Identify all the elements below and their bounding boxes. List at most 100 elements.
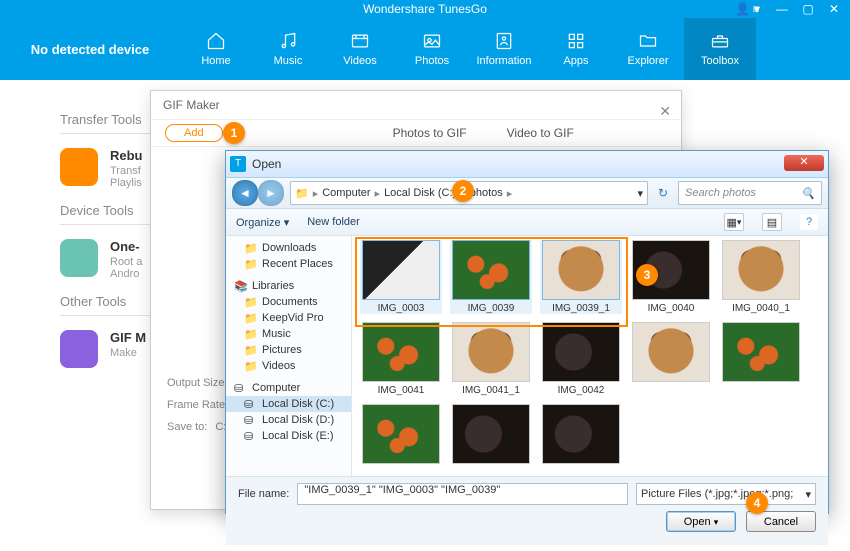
tab-video-to-gif[interactable]: Video to GIF bbox=[507, 126, 574, 140]
frame-rate-label: Frame Rate: bbox=[167, 399, 228, 411]
lib-icon: 📚 bbox=[234, 280, 247, 292]
nav-toolbox[interactable]: Toolbox bbox=[684, 18, 756, 80]
thumbnail bbox=[722, 240, 800, 300]
folder-icon: 📁 bbox=[244, 360, 257, 372]
tree-item[interactable]: 📁Downloads bbox=[226, 240, 351, 256]
step-badge-2: 2 bbox=[452, 180, 474, 202]
thumbnail bbox=[362, 322, 440, 382]
addr-dropdown-icon[interactable]: ▾ bbox=[637, 187, 643, 200]
file-item[interactable] bbox=[540, 404, 622, 464]
file-item[interactable]: IMG_0003 bbox=[360, 240, 442, 314]
thumbnail bbox=[452, 240, 530, 300]
save-to-label: Save to: bbox=[167, 421, 207, 433]
close-icon[interactable]: ✕ bbox=[826, 0, 842, 18]
titlebar: Wondershare TunesGo 👤▾ ≡ — ▢ ✕ bbox=[0, 0, 850, 18]
view-options-icon[interactable]: ▦▾ bbox=[724, 213, 744, 231]
nav-information[interactable]: Information bbox=[468, 18, 540, 80]
info-icon bbox=[493, 31, 515, 51]
tile-icon bbox=[60, 239, 98, 277]
nav-videos[interactable]: Videos bbox=[324, 18, 396, 80]
open-button[interactable]: Open ▾ bbox=[666, 511, 736, 532]
file-grid[interactable]: IMG_0003IMG_0039IMG_0039_1IMG_0040IMG_00… bbox=[352, 236, 828, 476]
crumb-disk[interactable]: Local Disk (C:) bbox=[384, 187, 456, 199]
file-item[interactable]: IMG_0039 bbox=[450, 240, 532, 314]
gif-close-icon[interactable]: ✕ bbox=[659, 97, 671, 125]
preview-pane-icon[interactable]: ▤ bbox=[762, 213, 782, 231]
file-item[interactable] bbox=[360, 404, 442, 464]
file-item[interactable]: IMG_0041 bbox=[360, 322, 442, 396]
nav-photos[interactable]: Photos bbox=[396, 18, 468, 80]
nav-explorer[interactable]: Explorer bbox=[612, 18, 684, 80]
folder-icon: 📁 bbox=[244, 312, 257, 324]
device-status: No detected device bbox=[0, 18, 180, 80]
tree-item[interactable]: 📁Recent Places bbox=[226, 256, 351, 272]
folder-icon bbox=[637, 31, 659, 51]
file-type-filter[interactable]: Picture Files (*.jpg;*.jpeg;*.png;▾ bbox=[636, 483, 816, 505]
file-item[interactable]: IMG_0040_1 bbox=[720, 240, 802, 314]
organize-menu[interactable]: Organize ▾ bbox=[236, 216, 289, 229]
thumbnail bbox=[452, 322, 530, 382]
dialog-app-icon: T bbox=[230, 156, 246, 172]
tree-item[interactable]: 📚Libraries bbox=[226, 278, 351, 294]
nav-forward-button[interactable]: ► bbox=[258, 180, 284, 206]
thumbnail bbox=[542, 240, 620, 300]
file-name-input[interactable]: "IMG_0039_1" "IMG_0003" "IMG_0039" bbox=[297, 483, 628, 505]
file-name-label: File name: bbox=[238, 488, 289, 500]
nav-home[interactable]: Home bbox=[180, 18, 252, 80]
file-label: IMG_0042 bbox=[558, 385, 605, 396]
thumbnail bbox=[632, 322, 710, 382]
music-icon bbox=[277, 31, 299, 51]
folder-icon: 📁 bbox=[244, 344, 257, 356]
home-icon bbox=[205, 31, 227, 51]
file-item[interactable]: IMG_0039_1 bbox=[540, 240, 622, 314]
dialog-close-icon[interactable]: ✕ bbox=[784, 155, 824, 171]
output-size-label: Output Size: bbox=[167, 377, 228, 389]
app-window: Wondershare TunesGo 👤▾ ≡ — ▢ ✕ No detect… bbox=[0, 0, 850, 551]
file-label: IMG_0039_1 bbox=[552, 303, 610, 314]
refresh-icon[interactable]: ↻ bbox=[654, 184, 672, 202]
crumb-folder[interactable]: photos bbox=[470, 187, 503, 199]
folder-tree[interactable]: 📁Downloads📁Recent Places 📚Libraries📁Docum… bbox=[226, 236, 352, 476]
minimize-icon[interactable]: — bbox=[774, 0, 790, 18]
drive-icon: ⛁ bbox=[234, 382, 247, 394]
tree-item[interactable]: 📁Documents bbox=[226, 294, 351, 310]
tree-item[interactable]: ⛁Local Disk (C:) bbox=[226, 396, 351, 412]
navbar: No detected device HomeMusicVideosPhotos… bbox=[0, 18, 850, 80]
file-label: IMG_0040_1 bbox=[732, 303, 790, 314]
tree-item[interactable]: 📁Videos bbox=[226, 358, 351, 374]
file-item[interactable] bbox=[450, 404, 532, 464]
video-icon bbox=[349, 31, 371, 51]
tree-item[interactable]: 📁Pictures bbox=[226, 342, 351, 358]
file-item[interactable]: IMG_0041_1 bbox=[450, 322, 532, 396]
help-icon[interactable]: ? bbox=[800, 214, 818, 230]
step-badge-1: 1 bbox=[223, 122, 245, 144]
folder-icon: 📁 bbox=[244, 242, 257, 254]
file-label: IMG_0041_1 bbox=[462, 385, 520, 396]
tile-icon bbox=[60, 330, 98, 368]
search-placeholder: Search photos bbox=[685, 187, 756, 199]
search-input[interactable]: Search photos 🔍 bbox=[678, 181, 822, 205]
nav-back-button[interactable]: ◄ bbox=[232, 180, 258, 206]
photo-icon bbox=[421, 31, 443, 51]
nav-music[interactable]: Music bbox=[252, 18, 324, 80]
nav-apps[interactable]: Apps bbox=[540, 18, 612, 80]
tree-item[interactable]: ⛁Local Disk (E:) bbox=[226, 428, 351, 444]
menu-icon[interactable]: ≡ bbox=[748, 0, 764, 18]
file-item[interactable] bbox=[720, 322, 802, 396]
tree-item[interactable]: ⛁Computer bbox=[226, 380, 351, 396]
new-folder-button[interactable]: New folder bbox=[307, 216, 360, 228]
cancel-button[interactable]: Cancel bbox=[746, 511, 816, 532]
add-button[interactable]: Add bbox=[165, 124, 223, 142]
apps-icon bbox=[565, 31, 587, 51]
file-item[interactable] bbox=[630, 322, 712, 396]
tab-photos-to-gif[interactable]: Photos to GIF bbox=[393, 126, 467, 140]
tile-icon bbox=[60, 148, 98, 186]
thumbnail bbox=[452, 404, 530, 464]
tree-item[interactable]: 📁Music bbox=[226, 326, 351, 342]
folder-icon: 📁 bbox=[244, 258, 257, 270]
maximize-icon[interactable]: ▢ bbox=[800, 0, 816, 18]
crumb-computer[interactable]: Computer bbox=[322, 187, 370, 199]
tree-item[interactable]: ⛁Local Disk (D:) bbox=[226, 412, 351, 428]
tree-item[interactable]: 📁KeepVid Pro bbox=[226, 310, 351, 326]
file-item[interactable]: IMG_0042 bbox=[540, 322, 622, 396]
